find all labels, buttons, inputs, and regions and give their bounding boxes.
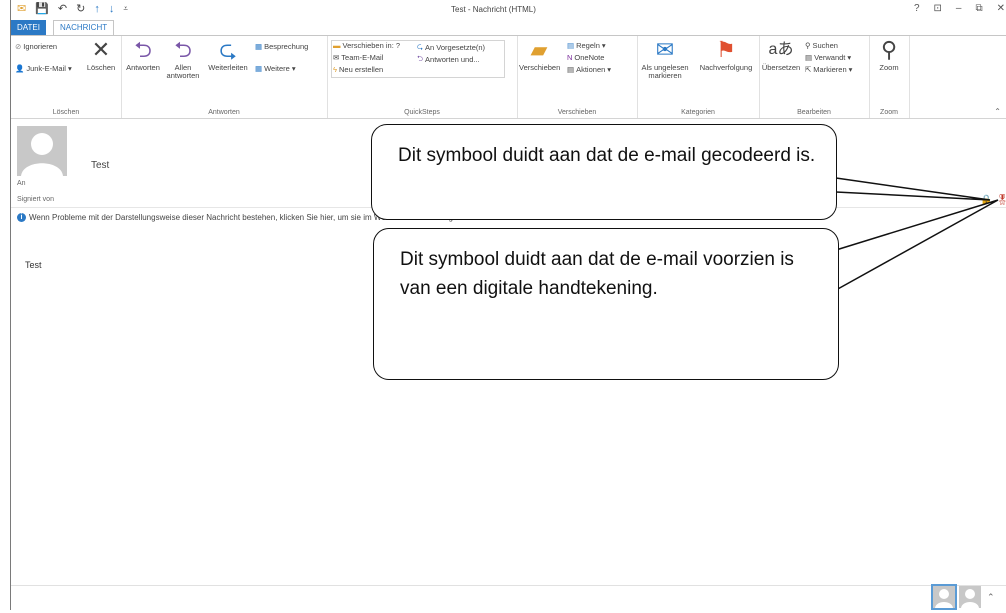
callout-encrypted: Dit symbool duidt aan dat de e-mail geco… — [371, 124, 837, 220]
callout-encrypted-text: Dit symbool duidt aan dat de e-mail geco… — [398, 145, 816, 166]
callout-signed: Dit symbool duidt aan dat de e-mail voor… — [373, 228, 839, 380]
callout-signed-text: Dit symbool duidt aan dat de e-mail voor… — [400, 249, 794, 299]
